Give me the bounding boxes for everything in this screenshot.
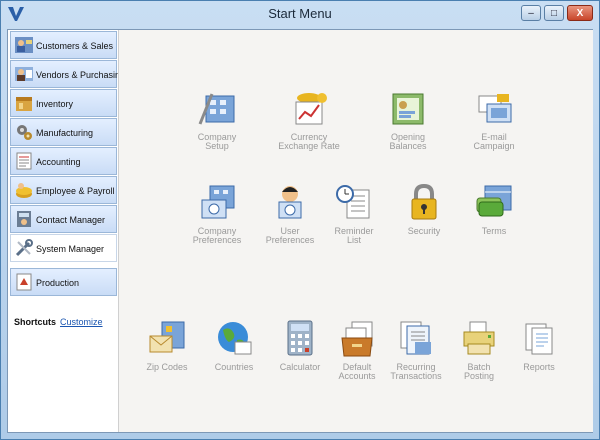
accounting-icon	[16, 152, 32, 170]
title-bar[interactable]: Start Menu – □ X	[1, 1, 599, 27]
client-area: Customers & Sales Vendors & Purchasing I…	[7, 29, 593, 433]
batch-posting-icon	[463, 321, 495, 355]
sidebar-item-label: Employee & Payroll	[36, 186, 115, 196]
sidebar-item-inventory[interactable]: Inventory	[10, 89, 117, 117]
sidebar: Customers & Sales Vendors & Purchasing I…	[8, 30, 125, 432]
reminder-list-button[interactable]: Reminder List	[314, 182, 394, 245]
sidebar-item-vendors-purchasing[interactable]: Vendors & Purchasing	[10, 60, 125, 88]
opening-balances-button[interactable]: Opening Balances	[368, 88, 448, 151]
globe-icon	[218, 322, 252, 355]
system-manager-panel: Company Setup Currency Exchange Rate Ope…	[118, 30, 593, 432]
customers-icon	[15, 37, 33, 53]
payroll-icon	[16, 183, 32, 198]
sidebar-item-accounting[interactable]: Accounting	[10, 147, 117, 175]
user-preferences-icon	[278, 186, 302, 219]
sidebar-item-employee-payroll[interactable]: Employee & Payroll	[10, 176, 117, 204]
company-preferences-button[interactable]: Company Preferences	[177, 182, 257, 245]
item-label: Terms	[481, 226, 507, 236]
item-label: Security	[407, 226, 441, 236]
contact-manager-icon	[17, 211, 31, 227]
inventory-icon	[16, 97, 32, 111]
sidebar-item-label: Manufacturing	[36, 128, 94, 138]
sidebar-item-label: Contact Manager	[36, 215, 106, 225]
wrench-icon	[15, 239, 33, 257]
email-campaign-button[interactable]: E-mail Campaign	[454, 88, 534, 151]
item-label: Posting	[463, 371, 495, 381]
item-label: Exchange Rate	[278, 141, 340, 151]
vendors-icon	[15, 67, 33, 81]
sidebar-item-label: Production	[36, 278, 80, 288]
sidebar-item-customers-sales[interactable]: Customers & Sales	[10, 31, 117, 59]
sidebar-item-label: Inventory	[36, 99, 74, 109]
item-label: Reports	[523, 362, 555, 372]
customize-link[interactable]: Customize	[60, 317, 103, 327]
sidebar-item-manufacturing[interactable]: Manufacturing	[10, 118, 117, 146]
padlock-icon	[411, 183, 437, 220]
default-accounts-icon	[341, 321, 373, 357]
item-label: Preferences	[192, 235, 242, 245]
restore-button[interactable]: □	[544, 5, 564, 21]
opening-balances-icon	[392, 93, 424, 125]
sidebar-item-contact-manager[interactable]: Contact Manager	[10, 205, 117, 233]
item-label: List	[346, 235, 361, 245]
sidebar-item-label: Customers & Sales	[36, 41, 114, 51]
sidebar-item-system-manager[interactable]: System Manager	[10, 234, 117, 262]
calculator-icon	[287, 320, 313, 356]
sidebar-item-label: Vendors & Purchasing	[36, 70, 126, 80]
company-preferences-icon	[201, 185, 235, 219]
security-button[interactable]: Security	[384, 182, 464, 236]
reminder-list-icon	[336, 185, 370, 219]
minimize-button[interactable]: –	[521, 5, 541, 21]
terms-icon	[476, 185, 512, 217]
item-label: Setup	[205, 141, 229, 151]
currency-exchange-rate-button[interactable]: Currency Exchange Rate	[269, 88, 349, 151]
sidebar-item-label: Accounting	[36, 157, 81, 167]
shortcuts-section: Shortcuts Customize	[14, 317, 103, 327]
shortcuts-label: Shortcuts	[14, 317, 57, 327]
zip-codes-icon	[149, 321, 185, 353]
currency-exchange-icon	[295, 93, 327, 125]
reports-button[interactable]: Reports	[499, 318, 579, 372]
item-label: Campaign	[473, 141, 515, 151]
close-button[interactable]: X	[567, 5, 593, 21]
window-title: Start Menu	[268, 6, 332, 21]
item-label: Balances	[389, 141, 427, 151]
company-setup-icon	[198, 93, 235, 125]
recurring-transactions-icon	[400, 321, 431, 355]
sidebar-item-label: System Manager	[36, 244, 105, 254]
terms-button[interactable]: Terms	[454, 182, 534, 236]
email-campaign-icon	[478, 94, 512, 123]
company-setup-button[interactable]: Company Setup	[177, 88, 257, 151]
reports-icon	[525, 323, 553, 355]
start-menu-window: Start Menu – □ X Customers & Sales Vendo…	[0, 0, 600, 440]
sidebar-item-production[interactable]: Production	[10, 268, 117, 296]
manufacturing-icon	[17, 125, 32, 140]
production-icon	[16, 273, 32, 291]
